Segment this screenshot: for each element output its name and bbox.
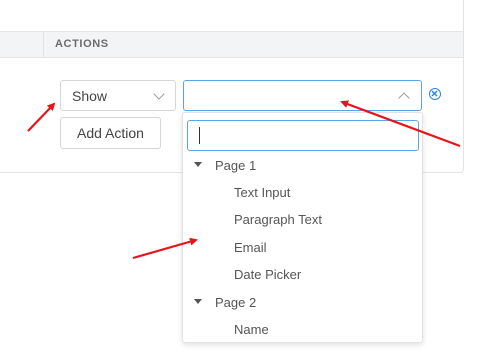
annotation-arrows xyxy=(27,100,461,260)
annotation-arrow xyxy=(27,102,56,132)
annotation-arrow xyxy=(132,237,198,260)
annotation-arrow xyxy=(340,100,461,148)
